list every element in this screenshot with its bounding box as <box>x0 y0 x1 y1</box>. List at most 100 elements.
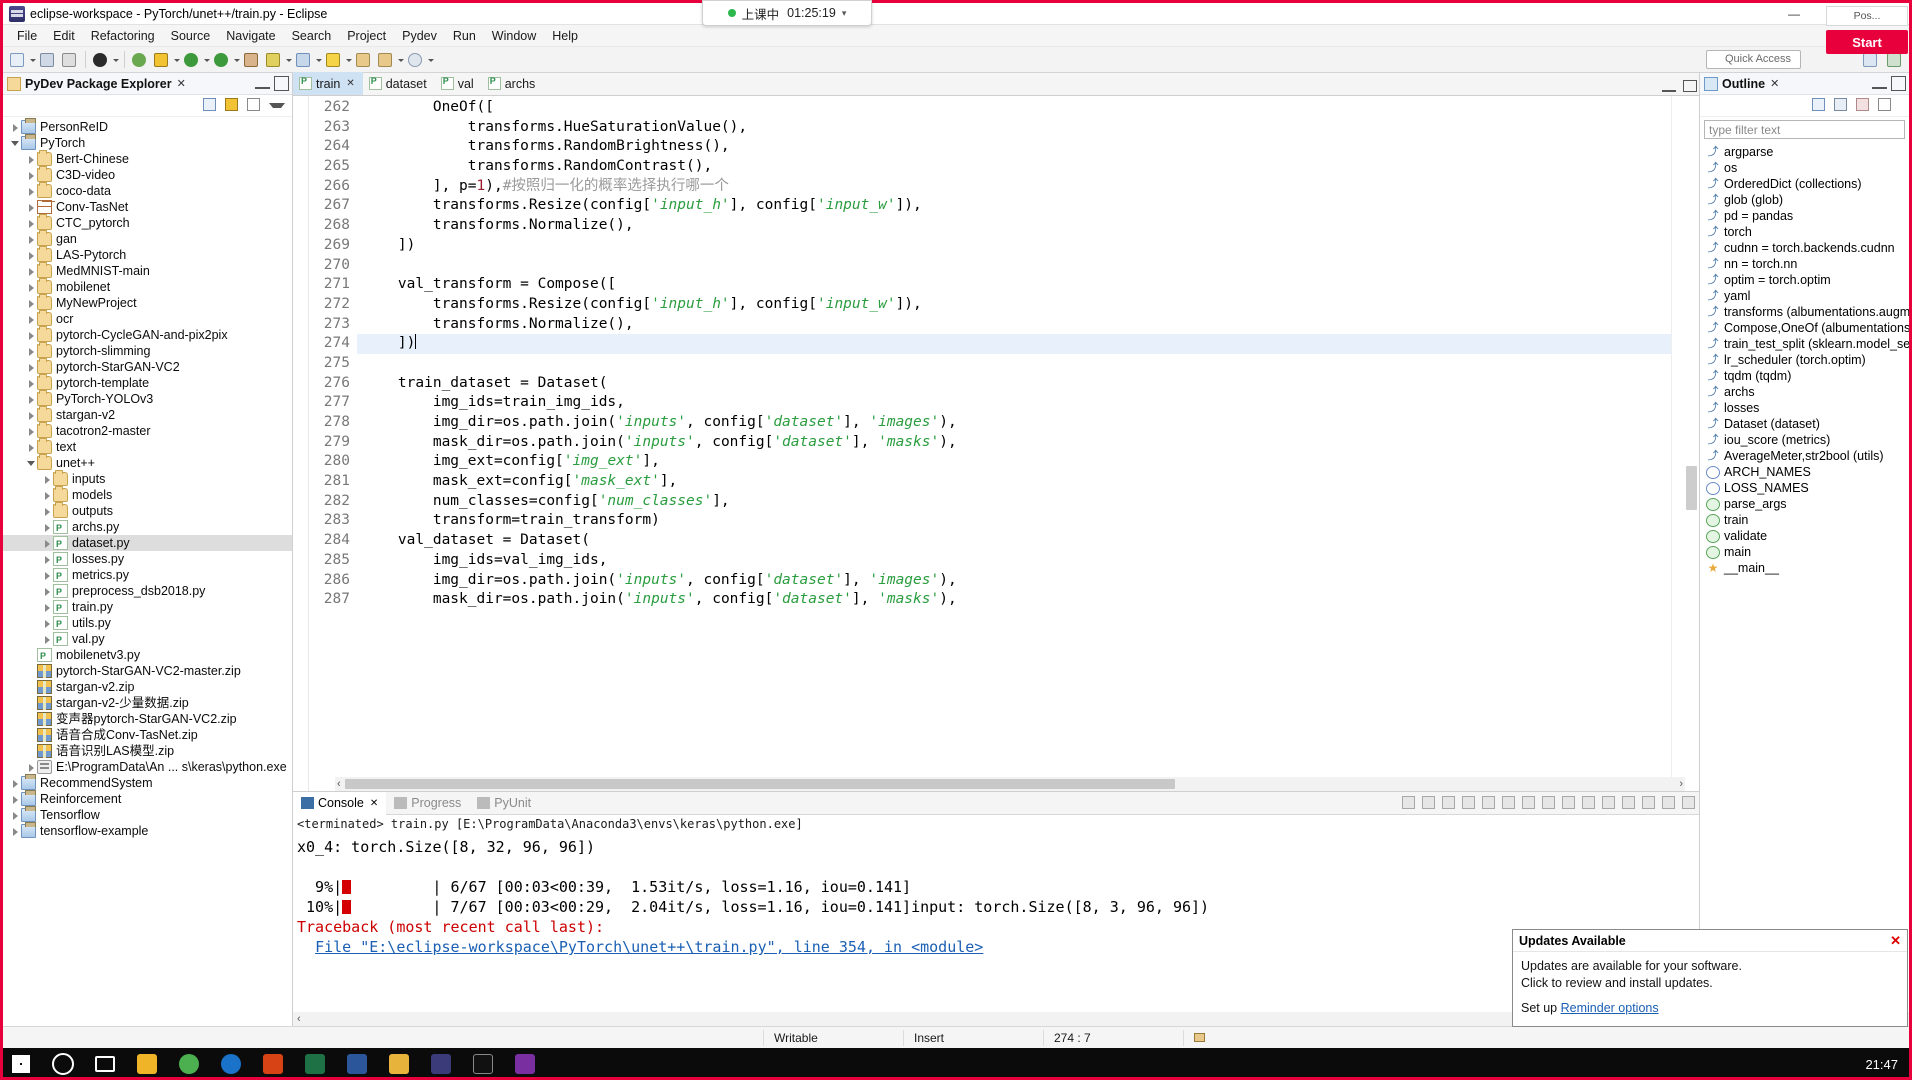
code-line[interactable] <box>357 354 1699 374</box>
tree-item[interactable]: outputs <box>3 502 292 519</box>
run-icon[interactable] <box>181 50 202 70</box>
editor-tab-val[interactable]: val <box>435 72 482 95</box>
tree-item[interactable]: pytorch-StarGAN-VC2-master.zip <box>3 663 292 679</box>
outline-item[interactable]: main <box>1700 544 1909 560</box>
chevron-right-icon[interactable] <box>25 279 37 295</box>
scroll-right-icon[interactable]: › <box>1679 778 1683 790</box>
tree-item[interactable]: gan <box>3 230 292 247</box>
menu-help[interactable]: Help <box>544 27 586 45</box>
console-tab-progress[interactable]: Progress <box>386 792 469 815</box>
tree-item[interactable]: mobilenetv3.py <box>3 647 292 664</box>
traceback-file-link[interactable]: File "E:\eclipse-workspace\PyTorch\unet+… <box>315 938 983 956</box>
debug-icon[interactable] <box>90 50 111 70</box>
search-taskbar-icon[interactable] <box>42 1048 84 1080</box>
outline-item[interactable]: ⤴ OrderedDict (collections) <box>1700 176 1909 192</box>
tree-item[interactable]: pytorch-StarGAN-VC2 <box>3 358 292 375</box>
reminder-options-link[interactable]: Reminder options <box>1561 1001 1659 1015</box>
tree-item[interactable]: val.py <box>3 631 292 648</box>
recorder-position-label[interactable]: Pos... <box>1826 6 1908 26</box>
menu-run[interactable]: Run <box>445 27 484 45</box>
chevron-right-icon[interactable] <box>41 551 53 567</box>
chevron-right-icon[interactable] <box>41 631 53 647</box>
link-with-editor-icon[interactable] <box>225 98 241 114</box>
warning-dropdown-icon[interactable] <box>345 50 353 70</box>
quick-access-input[interactable]: Quick Access <box>1706 50 1801 69</box>
outline-list[interactable]: ⤴ argparse ⤴ os ⤴ OrderedDict (collections) ⤴ g… <box>1700 142 1909 1013</box>
tree-item[interactable]: archs.py <box>3 519 292 536</box>
search-icon[interactable] <box>1480 794 1497 811</box>
run-as-icon[interactable] <box>211 50 232 70</box>
tree-item[interactable]: Reinforcement <box>3 790 292 807</box>
tree-item[interactable]: utils.py <box>3 615 292 632</box>
clear-console-icon[interactable] <box>1520 794 1537 811</box>
save-icon[interactable] <box>37 50 58 70</box>
code-line[interactable]: ]) <box>357 334 1699 354</box>
recorder-start-button[interactable]: Start <box>1826 30 1908 54</box>
tree-item[interactable]: preprocess_dsb2018.py <box>3 583 292 600</box>
outline-item[interactable]: validate <box>1700 528 1909 544</box>
link-icon[interactable] <box>1460 794 1477 811</box>
editor-maximize-icon[interactable] <box>1683 80 1697 92</box>
code-line[interactable]: val_dataset = Dataset( <box>357 531 1699 551</box>
tree-item[interactable]: 语音识别LAS模型.zip <box>3 743 292 759</box>
chrome-taskbar-icon[interactable] <box>168 1048 210 1080</box>
media-taskbar-icon[interactable] <box>504 1048 546 1080</box>
outline-item[interactable]: train <box>1700 512 1909 528</box>
code-line[interactable]: transforms.Resize(config['input_h'], con… <box>357 295 1699 315</box>
chevron-right-icon[interactable] <box>25 311 37 327</box>
outline-item[interactable]: ⤴ Dataset (dataset) <box>1700 416 1909 432</box>
code-line[interactable]: mask_dir=os.path.join('inputs', config['… <box>357 590 1699 610</box>
code-line[interactable]: transform=train_transform) <box>357 511 1699 531</box>
word-wrap-icon[interactable] <box>1500 794 1517 811</box>
updates-close-icon[interactable]: ✕ <box>1890 933 1901 949</box>
pencil-dropdown-icon[interactable] <box>285 50 293 70</box>
forward-dropdown-icon[interactable] <box>397 50 405 70</box>
chevron-right-icon[interactable] <box>9 807 21 823</box>
source-code-text[interactable]: OneOf([ transforms.HueSaturationValue(),… <box>357 96 1699 791</box>
view-menu-icon[interactable] <box>247 98 263 114</box>
scroll-lock-icon[interactable] <box>1540 794 1557 811</box>
chevron-right-icon[interactable] <box>25 199 37 215</box>
code-line[interactable] <box>357 256 1699 276</box>
debug-dropdown-icon[interactable] <box>112 50 120 70</box>
outline-item[interactable]: ⤴ AverageMeter,str2bool (utils) <box>1700 448 1909 464</box>
chevron-right-icon[interactable] <box>9 791 21 807</box>
terminate-icon[interactable] <box>1400 794 1417 811</box>
tree-item[interactable]: 变声器pytorch-StarGAN-VC2.zip <box>3 711 292 727</box>
tree-item[interactable]: MedMNIST-main <box>3 262 292 279</box>
folder-taskbar-icon[interactable] <box>378 1048 420 1080</box>
code-line[interactable]: transforms.Resize(config['input_h'], con… <box>357 196 1699 216</box>
chevron-right-icon[interactable] <box>25 183 37 199</box>
tree-item[interactable]: metrics.py <box>3 567 292 584</box>
outline-item[interactable]: ⤴ optim = torch.optim <box>1700 272 1909 288</box>
editor-tab-train[interactable]: train ✕ <box>293 72 363 95</box>
tree-item[interactable]: mobilenet <box>3 278 292 295</box>
tree-item[interactable]: inputs <box>3 470 292 487</box>
explorer-taskbar-icon[interactable] <box>126 1048 168 1080</box>
tree-item[interactable]: Tensorflow <box>3 806 292 823</box>
history-dropdown-icon[interactable] <box>427 50 435 70</box>
console-tab-console[interactable]: Console ✕ <box>293 791 387 815</box>
package-explorer-close-icon[interactable]: ✕ <box>177 77 186 90</box>
tree-item[interactable]: coco-data <box>3 182 292 199</box>
run-dropdown-icon[interactable] <box>203 50 211 70</box>
chevron-right-icon[interactable] <box>9 119 21 135</box>
chevron-right-icon[interactable] <box>41 487 53 503</box>
chevron-right-icon[interactable] <box>25 167 37 183</box>
menu-navigate[interactable]: Navigate <box>218 27 283 45</box>
chevron-right-icon[interactable] <box>25 327 37 343</box>
chevron-down-icon[interactable] <box>9 135 21 151</box>
code-line[interactable]: train_dataset = Dataset( <box>357 374 1699 394</box>
chevron-right-icon[interactable] <box>41 519 53 535</box>
mail-taskbar-icon[interactable] <box>252 1048 294 1080</box>
outline-item[interactable]: parse_args <box>1700 496 1909 512</box>
tree-item[interactable]: Bert-Chinese <box>3 150 292 167</box>
overview-ruler[interactable] <box>1671 96 1685 777</box>
new-wizard-icon[interactable] <box>7 50 28 70</box>
outline-item[interactable]: ⤴ archs <box>1700 384 1909 400</box>
chevron-right-icon[interactable] <box>25 359 37 375</box>
tree-item[interactable]: text <box>3 438 292 455</box>
outline-filter-input[interactable]: type filter text <box>1704 120 1905 139</box>
chevron-right-icon[interactable] <box>41 583 53 599</box>
console-maximize-icon[interactable] <box>1680 794 1697 811</box>
